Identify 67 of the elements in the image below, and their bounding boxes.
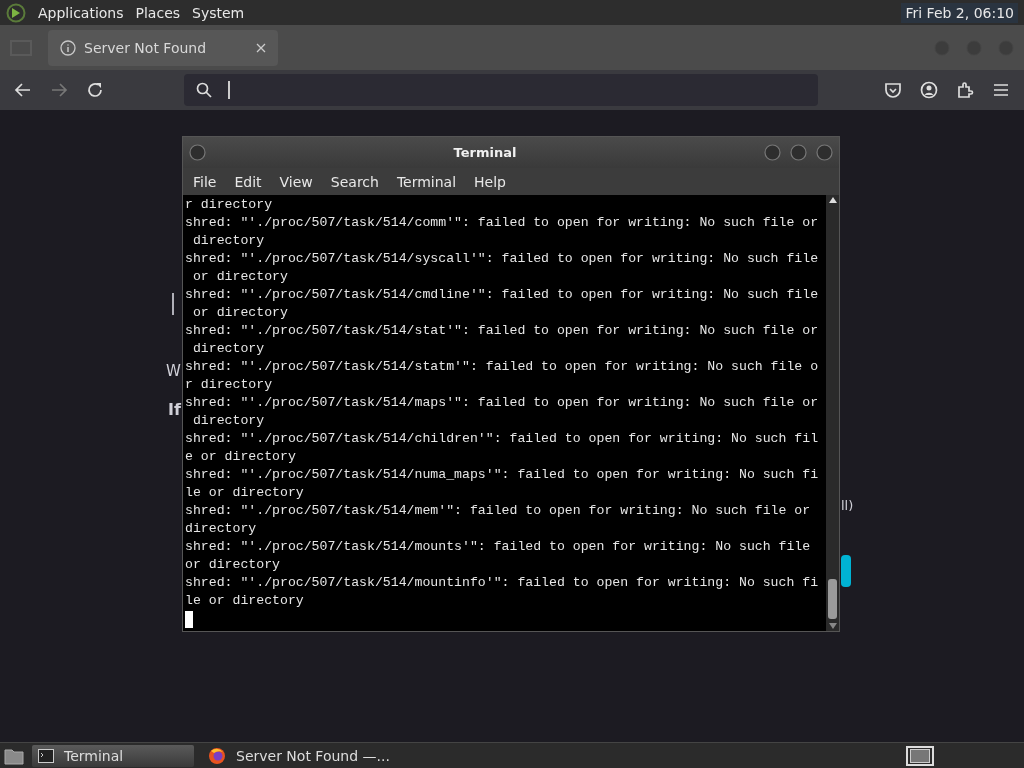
terminal-line: directory [185,520,258,538]
terminal-line: shred: "'./proc/507/task/514/mounts'": failed to open for writing: No such file [185,538,812,556]
terminal-line: shred: "'./proc/507/task/514/comm'": failed to open for writing: No such file or [185,214,820,232]
window-control-icon[interactable] [764,144,781,161]
back-icon[interactable] [14,81,32,99]
text-cursor [185,611,193,628]
window-control-icon[interactable] [790,144,807,161]
terminal-line: or directory [185,556,281,574]
terminal-line: directory [191,412,266,430]
task-button[interactable]: Server Not Found —... [202,744,396,767]
menu-icon[interactable] [992,81,1010,99]
terminal-icon [38,748,54,763]
scroll-down-icon[interactable] [828,623,837,629]
logo-icon[interactable] [6,2,26,23]
clock[interactable]: Fri Feb 2, 06:10 [901,2,1018,23]
browser-icon [208,746,226,765]
terminal-line: shred: "'./proc/507/task/514/syscall'": failed to open for writing: No such file [185,250,820,268]
terminal-line: directory [191,232,266,250]
reload-icon[interactable] [86,81,104,99]
workspace-switcher[interactable] [906,745,934,766]
menu-item[interactable]: Help [474,173,516,190]
terminal-line: r directory [185,196,274,214]
action-button[interactable] [841,555,851,587]
window-control-icon[interactable] [816,144,833,161]
panel-menu[interactable]: System [192,4,245,21]
terminal-line: shred: "'./proc/507/task/514/maps'": failed to open for writing: No such file or [185,394,820,412]
menu-item[interactable]: View [279,173,323,190]
pocket-icon[interactable] [884,81,902,99]
terminal-line: shred: "'./proc/507/task/514/statm'": failed to open for writing: No such file o [185,358,820,376]
forward-icon[interactable] [50,81,68,99]
extensions-icon[interactable] [956,81,974,99]
terminal-line: le or directory [185,484,305,502]
scroll-thumb[interactable] [828,579,837,619]
search-icon [196,82,212,98]
address-field[interactable] [184,74,818,106]
task-button[interactable]: Terminal [32,744,194,767]
account-icon[interactable] [920,81,938,99]
info-icon [60,39,76,56]
terminal-line: e or directory [185,448,297,466]
menu-item[interactable]: Terminal [396,173,467,190]
window-title: Terminal [452,145,518,160]
terminal-line: shred: "'./proc/507/task/514/mem'": failed to open for writing: No such file or [185,502,812,520]
terminal-line: shred: "'./proc/507/task/514/numa_maps'": failed to open for writing: No such fi [185,466,820,484]
close-icon[interactable] [256,42,266,53]
terminal-line: shred: "'./proc/507/task/514/mountinfo'": failed to open for writing: No such fi [185,574,820,592]
terminal-line: or directory [191,268,289,286]
scrollbar[interactable] [826,195,839,631]
terminal-line: le or directory [185,592,305,610]
browser-tab[interactable]: Server Not Found [48,29,278,66]
panel-menu[interactable]: Applications [38,4,124,21]
menu-item[interactable]: Edit [234,173,272,190]
panel-menu[interactable]: Places [135,4,181,21]
menu-item[interactable]: File [193,173,227,190]
folder-icon[interactable] [4,746,24,765]
page-text: ll) [841,498,854,513]
terminal-line: shred: "'./proc/507/task/514/stat'": failed to open for writing: No such file or [185,322,820,340]
window-control-icon[interactable] [189,144,206,161]
terminal-line: or directory [191,304,289,322]
terminal-line: r directory [185,376,274,394]
page-text: If [168,400,181,419]
scroll-up-icon[interactable] [828,197,837,203]
tab-title: Server Not Found [84,39,207,56]
terminal-line: shred: "'./proc/507/task/514/cmdline'": failed to open for writing: No such file [185,286,820,304]
terminal-line: shred: "'./proc/507/task/514/children'": failed to open for writing: No such fil [185,430,820,448]
terminal-line: directory [191,340,266,358]
page-text: W [166,362,181,380]
menu-item[interactable]: Search [330,173,389,190]
